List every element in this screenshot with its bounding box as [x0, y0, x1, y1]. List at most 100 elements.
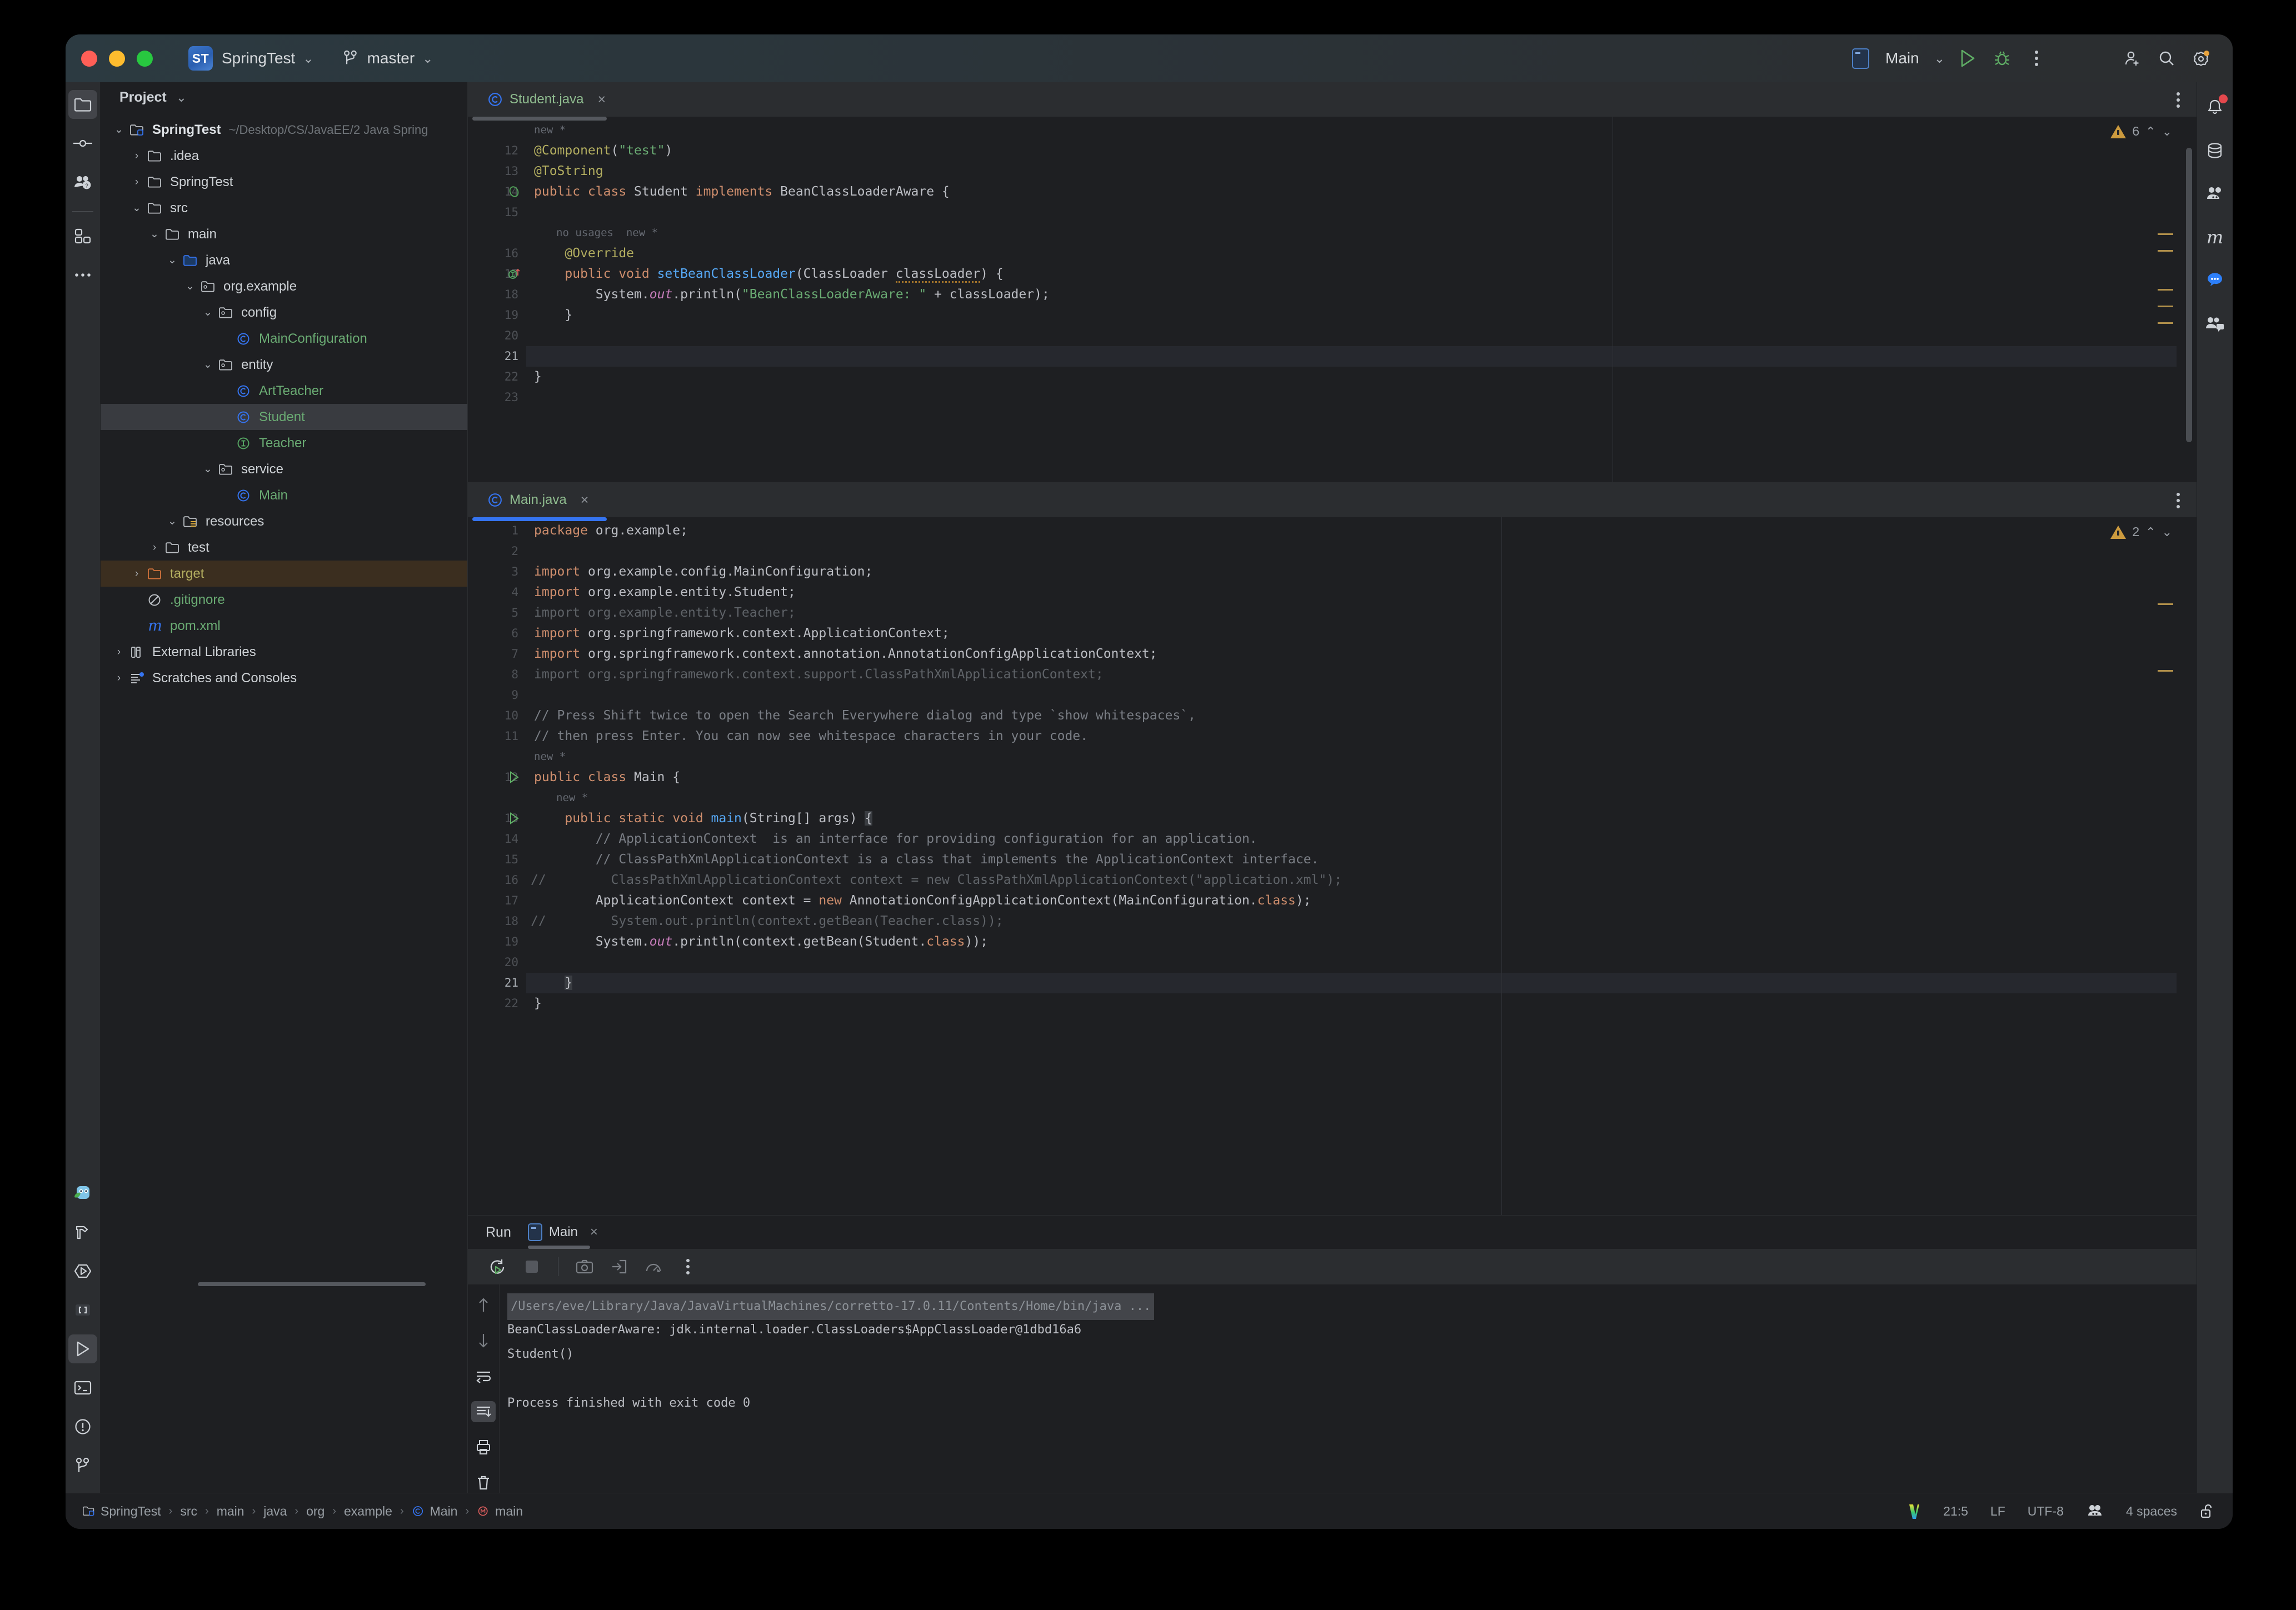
line-separator[interactable]: LF: [1990, 1504, 2005, 1519]
soft-wrap-button[interactable]: [471, 1366, 496, 1387]
chevron-down-icon[interactable]: ⌄: [199, 463, 216, 476]
editor-hscrollbar-bottom[interactable]: [472, 517, 607, 521]
code-line[interactable]: public static void main(String[] args) {: [526, 808, 2197, 829]
inlay-hint[interactable]: new *: [526, 747, 2197, 767]
code-line[interactable]: import org.example.config.MainConfigurat…: [526, 562, 2197, 582]
project-name-label[interactable]: SpringTest: [222, 49, 295, 67]
code-line[interactable]: }: [526, 305, 2197, 326]
code-line[interactable]: @Component("test"): [526, 141, 2197, 161]
branch-selector[interactable]: master ⌄: [343, 49, 433, 67]
chevron-down-icon[interactable]: ⌄: [164, 254, 181, 267]
dump-threads-button[interactable]: [604, 1252, 634, 1282]
chevron-down-icon[interactable]: ⌄: [128, 202, 145, 214]
close-window-button[interactable]: [81, 51, 97, 67]
sidebar-item-problems[interactable]: [68, 1412, 97, 1441]
settings-button[interactable]: [2184, 41, 2218, 76]
tree-node-org-example[interactable]: ⌄ org.example: [101, 273, 467, 299]
maximize-window-button[interactable]: [137, 51, 153, 67]
run-tab-main[interactable]: Main ×: [528, 1216, 598, 1249]
sidebar-item-commit[interactable]: [68, 129, 97, 158]
chevron-down-icon[interactable]: ⌄: [164, 515, 181, 528]
code-line[interactable]: [526, 326, 2197, 346]
marker-track-bottom[interactable]: [2177, 517, 2197, 1215]
ai-icon[interactable]: [2086, 1503, 2104, 1519]
sidebar-item-more-tool-windows[interactable]: [68, 261, 97, 289]
sidebar-item-pull-requests[interactable]: ?: [68, 168, 97, 197]
code-line[interactable]: @Override: [526, 243, 2197, 264]
code-line[interactable]: ApplicationContext context = new Annotat…: [526, 891, 2197, 911]
code-line[interactable]: import org.example.entity.Student;: [526, 582, 2197, 603]
console-line[interactable]: Student(): [507, 1342, 2197, 1367]
sidebar-item-project[interactable]: [68, 90, 97, 119]
run-configuration-selector[interactable]: Main ⌄: [1846, 45, 1950, 72]
code-line[interactable]: }: [526, 367, 2197, 387]
stop-button[interactable]: [517, 1252, 547, 1282]
code-line[interactable]: @ToString: [526, 161, 2197, 182]
tree-node-pom-xml[interactable]: mpom.xml: [101, 613, 467, 639]
caret-position[interactable]: 21:5: [1943, 1504, 1968, 1519]
code-line[interactable]: // then press Enter. You can now see whi…: [526, 726, 2197, 747]
chevron-down-icon[interactable]: ⌄: [111, 123, 127, 136]
run-gutter-icon[interactable]: [508, 811, 520, 826]
rerun-button[interactable]: [482, 1252, 512, 1282]
scroll-to-end-button[interactable]: [471, 1401, 496, 1422]
editor-vscrollbar-top[interactable]: [2186, 148, 2192, 442]
code-content-top[interactable]: new *@Component("test")@ToStringpublic c…: [526, 117, 2197, 482]
next-occurrence-button[interactable]: [471, 1330, 496, 1351]
previous-occurrence-button[interactable]: [471, 1294, 496, 1316]
tree-node-springtest[interactable]: ⌄ SpringTest~/Desktop/CS/JavaEE/2 Java S…: [101, 117, 467, 143]
breadcrumb-item-main[interactable]: Main: [412, 1504, 458, 1519]
screenshot-button[interactable]: [570, 1252, 600, 1282]
lock-open-icon[interactable]: [2199, 1503, 2214, 1519]
add-user-button[interactable]: [2115, 41, 2149, 76]
tree-node-student[interactable]: Student: [101, 404, 467, 430]
tree-node-teacher[interactable]: Teacher: [101, 430, 467, 456]
tree-node-test[interactable]: › test: [101, 534, 467, 561]
chevron-down-icon[interactable]: ⌄: [199, 306, 216, 319]
inlay-hint[interactable]: new *: [526, 788, 2197, 808]
sidebar-item-run-anything[interactable]: [68, 1257, 97, 1286]
editor-options-button[interactable]: [2177, 493, 2180, 508]
code-line[interactable]: import org.springframework.context.Appli…: [526, 623, 2197, 644]
code-line[interactable]: // ClassPathXmlApplicationContext is a c…: [526, 849, 2197, 870]
code-line[interactable]: System.out.println("BeanClassLoaderAware…: [526, 284, 2197, 305]
project-tree-hscrollbar[interactable]: [198, 1282, 426, 1286]
code-viewport-bottom[interactable]: 12345678910111213141516171819202122 pack…: [468, 517, 2197, 1215]
profiler-button[interactable]: [638, 1252, 668, 1282]
breadcrumb-item-main[interactable]: main: [217, 1504, 244, 1519]
tree-node--gitignore[interactable]: .gitignore: [101, 587, 467, 613]
code-line[interactable]: // ClassPathXmlApplicationContext contex…: [526, 870, 2197, 891]
code-line[interactable]: [526, 346, 2197, 367]
code-line[interactable]: import org.example.entity.Teacher;: [526, 603, 2197, 623]
tree-node-service[interactable]: ⌄ service: [101, 456, 467, 482]
intellij-v-icon[interactable]: [1908, 1503, 1921, 1519]
chevron-down-icon[interactable]: ⌄: [146, 228, 163, 241]
chevron-down-icon[interactable]: ⌄: [199, 358, 216, 371]
tree-node--idea[interactable]: › .idea: [101, 143, 467, 169]
next-problem-icon[interactable]: ⌄: [2162, 525, 2172, 539]
breadcrumb-item-src[interactable]: src: [180, 1504, 197, 1519]
tree-node-entity[interactable]: ⌄ entity: [101, 352, 467, 378]
tab-main-java[interactable]: Main.java ×: [480, 483, 596, 517]
more-actions-button[interactable]: [2019, 41, 2054, 76]
indent-setting[interactable]: 4 spaces: [2126, 1504, 2177, 1519]
tab-student-java[interactable]: Student.java ×: [480, 82, 613, 117]
sidebar-item-build[interactable]: [68, 1218, 97, 1247]
sidebar-item-terminal[interactable]: [68, 1373, 97, 1402]
editor-options-button[interactable]: [2177, 92, 2180, 108]
breadcrumb-item-org[interactable]: org: [306, 1504, 325, 1519]
console-line[interactable]: BeanClassLoaderAware: jdk.internal.loade…: [507, 1318, 2197, 1342]
maven-button[interactable]: m: [2200, 222, 2230, 252]
code-line[interactable]: import org.springframework.context.annot…: [526, 644, 2197, 664]
tree-node-target[interactable]: › target: [101, 561, 467, 587]
database-button[interactable]: [2200, 136, 2230, 166]
print-button[interactable]: [471, 1437, 496, 1458]
code-content-bottom[interactable]: package org.example; import org.example.…: [526, 517, 2197, 1215]
sidebar-item-run[interactable]: [68, 1334, 97, 1363]
chevron-down-icon[interactable]: ⌄: [176, 91, 187, 104]
run-gutter-icon[interactable]: [508, 770, 520, 784]
close-icon[interactable]: ×: [590, 1224, 598, 1240]
console-line[interactable]: Process finished with exit code 0: [507, 1391, 2197, 1416]
search-everywhere-button[interactable]: [2149, 41, 2184, 76]
close-icon[interactable]: ×: [597, 92, 606, 108]
